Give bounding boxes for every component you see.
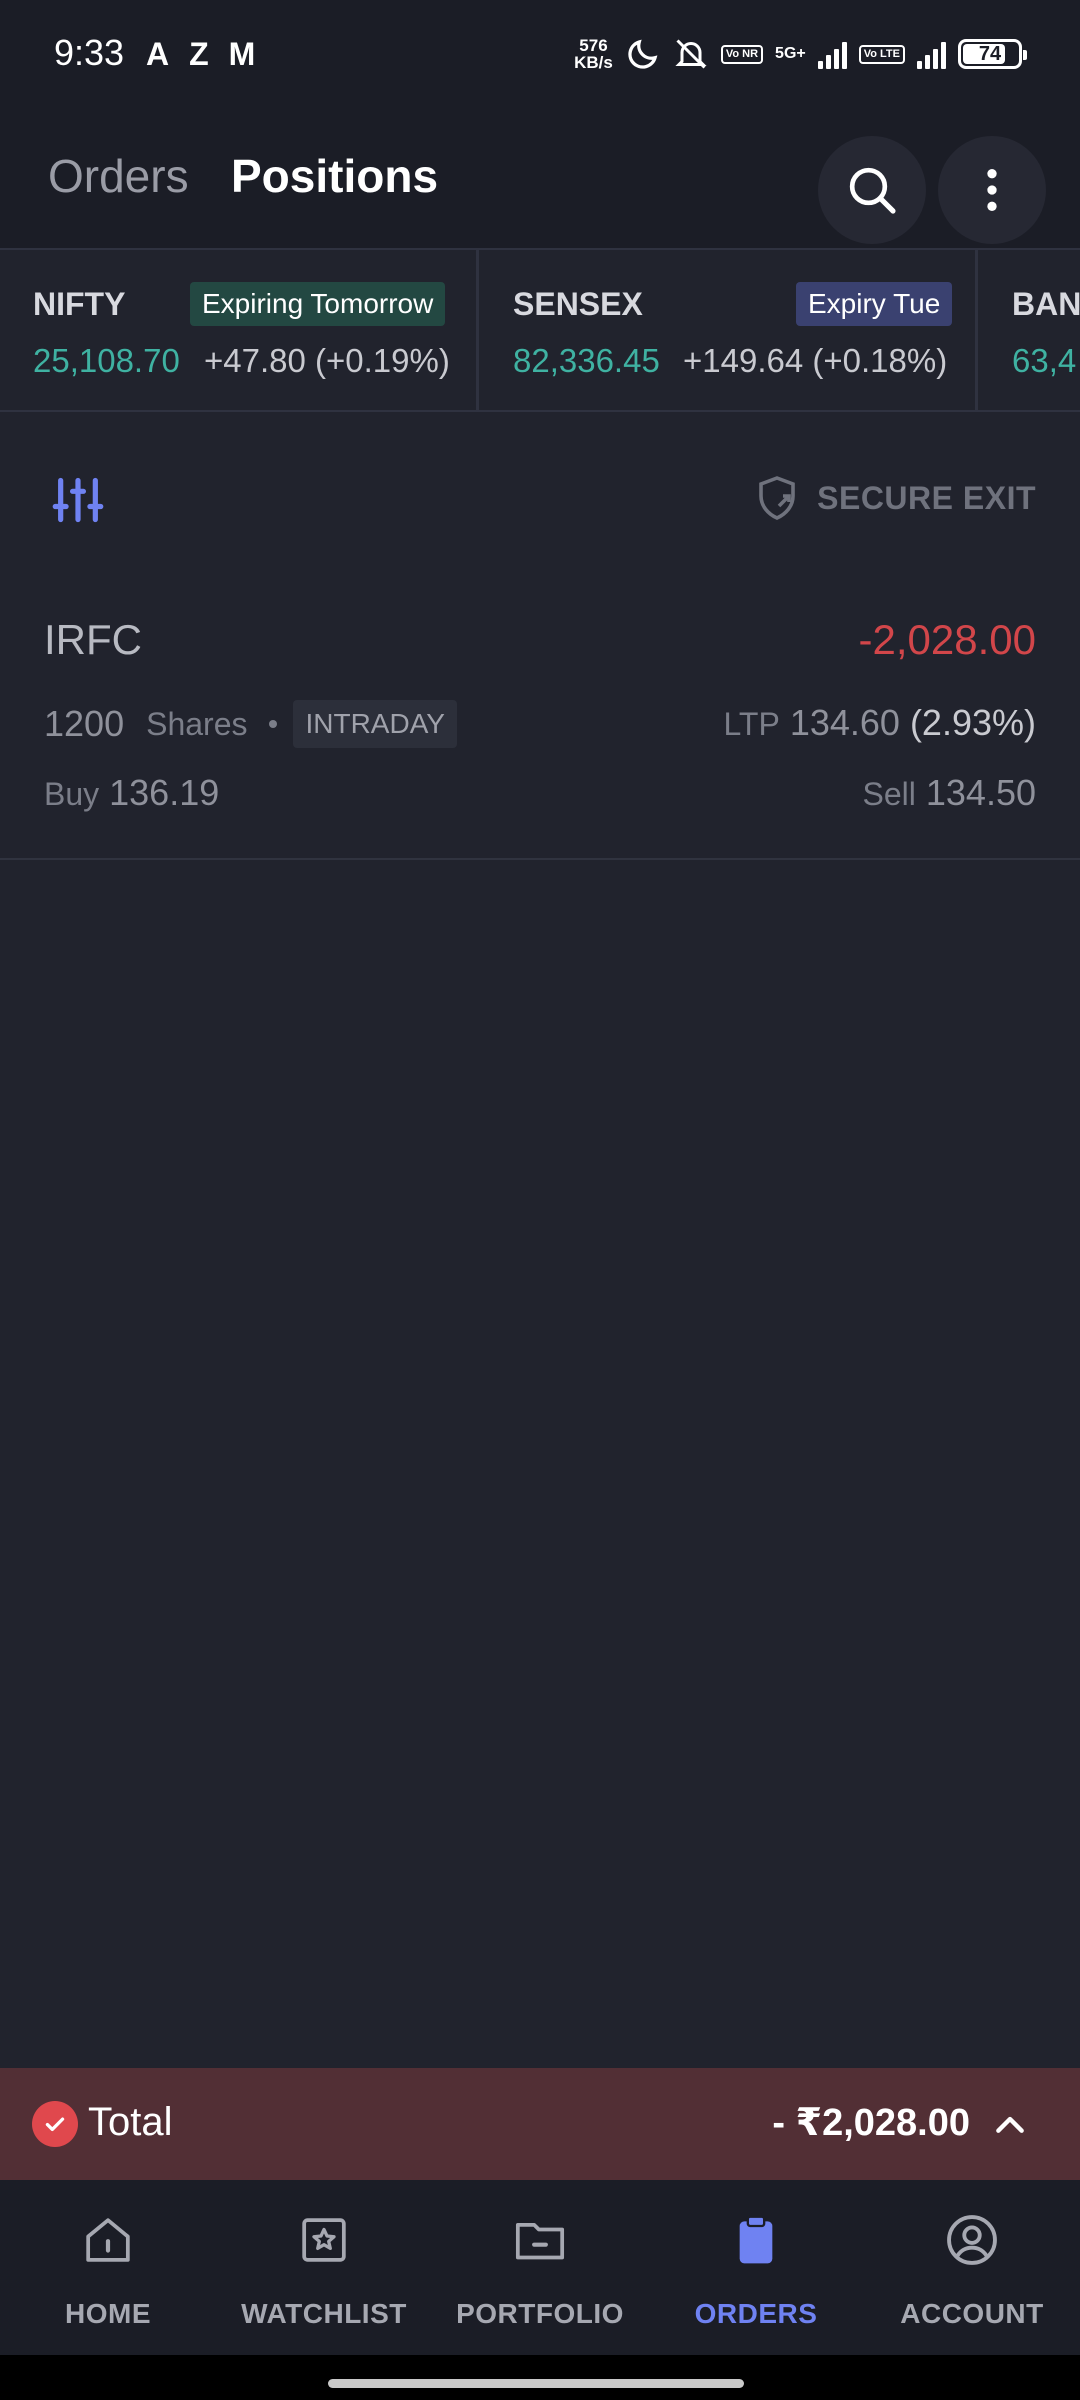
index-name: NIFTY [33,286,126,322]
filter-sliders-icon[interactable] [52,474,104,526]
index-price: 82,336.45 [513,342,660,379]
moon-icon [628,39,658,69]
separator-dot [269,720,278,728]
ltp-percent: (2.93%) [909,702,1036,743]
user-circle-icon [942,2210,1002,2270]
ltp-label: LTP [723,706,780,742]
chevron-up-icon[interactable] [990,2104,1030,2144]
ticker-banknifty[interactable]: BAN 63,4 [978,250,1080,410]
sell-price: 134.50 [925,772,1036,813]
nav-watchlist-label: WATCHLIST [241,2298,407,2329]
nav-account-label: ACCOUNT [900,2298,1044,2329]
notification-icons: A Z M [146,34,255,74]
position-buy: Buy 136.19 [44,772,219,814]
home-icon [78,2210,138,2270]
secure-exit-label: SECURE EXIT [817,479,1036,516]
battery-level: 74 [978,42,1002,65]
tab-orders[interactable]: Orders [48,146,189,206]
clipboard-icon [726,2210,786,2270]
index-ticker[interactable]: NIFTY Expiring Tomorrow 25,108.70 +47.80… [0,248,1080,412]
total-label: Total [88,2100,173,2144]
sell-label: Sell [862,776,916,812]
network-type: 5G+ [775,45,806,62]
star-box-icon [294,2210,354,2270]
expiry-badge: Expiry Tue [796,282,953,326]
battery-icon: 74 [958,39,1027,69]
index-name: SENSEX [513,286,643,322]
nav-watchlist[interactable]: WATCHLIST [216,2180,432,2355]
position-row[interactable]: IRFC -2,028.00 1200 Shares INTRADAY LTP 1… [0,590,1080,860]
status-bar: 9:33 A Z M 576 KB/s Vo NR 5G+ Vo LTE 74 [0,0,1080,108]
position-sell: Sell 134.50 [863,772,1036,814]
vonr-icon: Vo NR [720,44,764,64]
position-pnl: -2,028.00 [858,616,1036,663]
signal-icon-1 [817,39,847,69]
index-change: +47.80 (+0.19%) [204,342,450,379]
nav-portfolio[interactable]: PORTFOLIO [432,2180,648,2355]
gesture-navigation-area [0,2355,1080,2400]
nav-account[interactable]: ACCOUNT [864,2180,1080,2355]
folder-icon [510,2210,570,2270]
index-change: +149.64 (+0.18%) [683,342,948,379]
app-header: Orders Positions [0,108,1080,248]
check-circle-icon [32,2101,78,2147]
index-price: 25,108.70 [33,342,180,379]
total-pnl-bar[interactable]: Total - ₹2,028.00 [0,2068,1080,2180]
index-price: 63,4 [1012,342,1077,379]
position-unit: Shares [146,705,248,742]
buy-price: 136.19 [109,772,220,813]
position-symbol: IRFC [44,616,142,663]
nav-portfolio-label: PORTFOLIO [456,2298,624,2329]
secure-exit-button[interactable]: SECURE EXIT [753,474,1036,522]
gesture-handle[interactable] [328,2379,744,2388]
more-options-button[interactable] [938,136,1046,244]
index-name: BAN [1012,286,1080,322]
nav-orders-label: ORDERS [694,2298,818,2329]
more-vertical-icon [987,169,997,211]
nav-home-label: HOME [65,2298,151,2329]
position-quantity-row: 1200 Shares INTRADAY [44,700,457,748]
signal-icon-2 [917,39,946,69]
nav-home[interactable]: HOME [0,2180,216,2355]
gmail-notification-icon: M [228,36,256,72]
ticker-nifty[interactable]: NIFTY Expiring Tomorrow 25,108.70 +47.80… [0,250,476,410]
product-type-badge: INTRADAY [293,700,457,748]
bottom-navigation: HOME WATCHLIST PORTFOLIO ORDERS ACCOUNT [0,2180,1080,2355]
ltp-value: 134.60 [789,702,900,743]
expiry-badge: Expiring Tomorrow [190,282,446,326]
search-icon [849,167,896,214]
app-notification-icon: A [146,36,170,72]
nav-orders[interactable]: ORDERS [648,2180,864,2355]
total-value: - ₹2,028.00 [772,2102,970,2144]
zerodha-notification-icon: Z [189,36,209,72]
position-quantity: 1200 [44,703,125,744]
search-button[interactable] [818,136,926,244]
tab-positions[interactable]: Positions [231,146,438,206]
status-indicators: 576 KB/s Vo NR 5G+ Vo LTE 74 [574,32,1027,76]
ticker-sensex[interactable]: SENSEX Expiry Tue 82,336.45 +149.64 (+0.… [479,250,975,410]
status-time: 9:33 [54,32,125,73]
network-speed: 576 KB/s [574,36,613,72]
buy-label: Buy [44,776,100,812]
app-screen: 9:33 A Z M 576 KB/s Vo NR 5G+ Vo LTE 74 … [0,0,1080,2355]
volte-icon: Vo LTE [858,44,905,64]
bell-muted-icon [675,39,707,69]
shield-exit-icon [759,476,795,520]
position-ltp-row: LTP 134.60 (2.93%) [724,702,1037,744]
